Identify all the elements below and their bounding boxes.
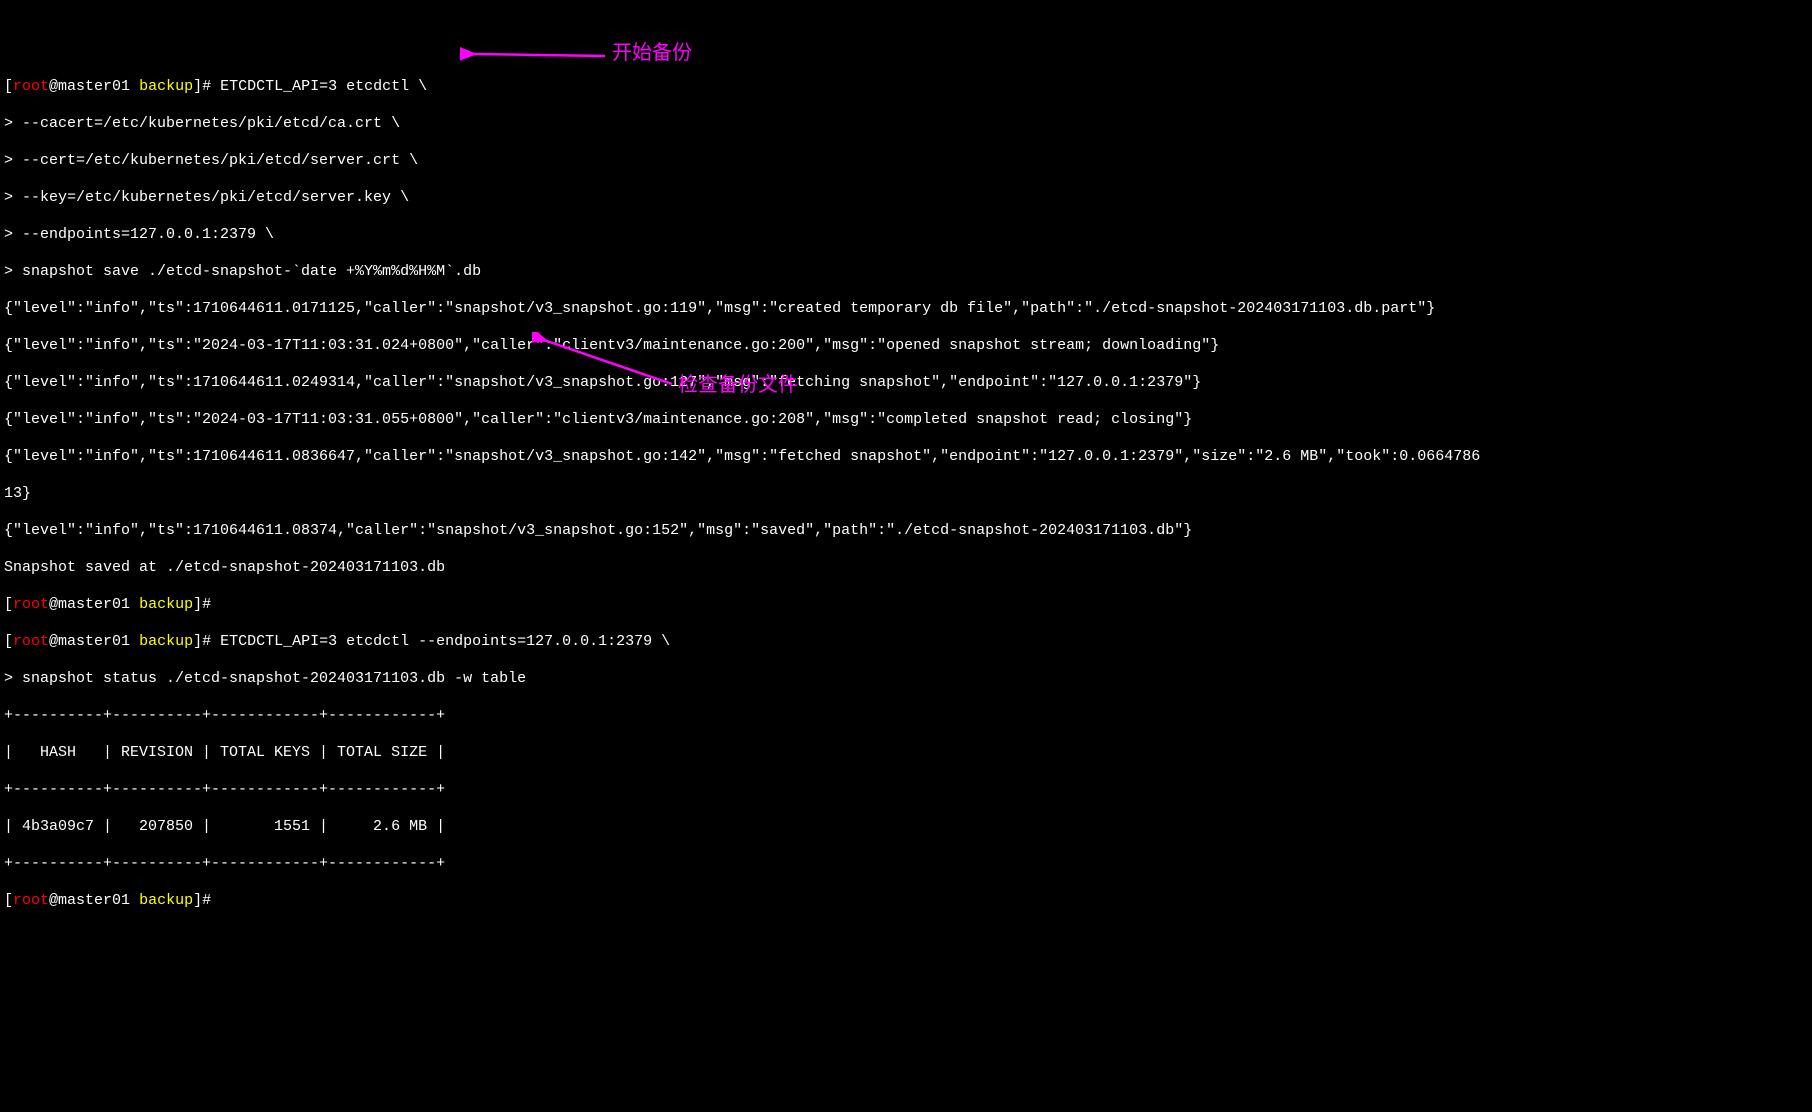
prompt-bracket: ] — [193, 892, 202, 909]
prompt-dir: backup — [130, 633, 193, 650]
annotation-start-backup: 开始备份 — [612, 44, 692, 63]
command-continuation[interactable]: > --cert=/etc/kubernetes/pki/etcd/server… — [4, 152, 418, 169]
table-row: | 4b3a09c7 | 207850 | 1551 | 2.6 MB | — [4, 818, 1808, 837]
terminal-line: > snapshot save ./etcd-snapshot-`date +%… — [4, 263, 1808, 282]
prompt-hash: # — [202, 633, 211, 650]
command-continuation[interactable]: > snapshot save ./etcd-snapshot-`date +%… — [4, 263, 481, 280]
prompt-hash: # — [202, 78, 211, 95]
prompt-host: master01 — [58, 596, 130, 613]
prompt-bracket: ] — [193, 596, 202, 613]
output-line: 13} — [4, 485, 1808, 504]
prompt-bracket: [ — [4, 892, 13, 909]
prompt-host: master01 — [58, 633, 130, 650]
arrow-icon — [460, 42, 610, 66]
terminal-line: > --key=/etc/kubernetes/pki/etcd/server.… — [4, 189, 1808, 208]
terminal-line: [root@master01 backup]# — [4, 892, 1808, 911]
command-text[interactable]: ETCDCTL_API=3 etcdctl \ — [211, 78, 427, 95]
prompt-user: root — [13, 78, 49, 95]
prompt-bracket: ] — [193, 633, 202, 650]
terminal-line: > snapshot status ./etcd-snapshot-202403… — [4, 670, 1808, 689]
prompt-user: root — [13, 633, 49, 650]
prompt-hash: # — [202, 892, 211, 909]
output-line: {"level":"info","ts":1710644611.0249314,… — [4, 374, 1808, 393]
prompt-at: @ — [49, 892, 58, 909]
prompt-user: root — [13, 596, 49, 613]
table-border: +----------+----------+------------+----… — [4, 781, 1808, 800]
output-line: {"level":"info","ts":"2024-03-17T11:03:3… — [4, 411, 1808, 430]
output-line: {"level":"info","ts":1710644611.0836647,… — [4, 448, 1808, 467]
annotation-check-backup: 检查备份文件 — [678, 376, 798, 395]
terminal-line: > --endpoints=127.0.0.1:2379 \ — [4, 226, 1808, 245]
command-continuation[interactable]: > --cacert=/etc/kubernetes/pki/etcd/ca.c… — [4, 115, 400, 132]
terminal-line: [root@master01 backup]# — [4, 596, 1808, 615]
prompt-host: master01 — [58, 892, 130, 909]
prompt-at: @ — [49, 78, 58, 95]
prompt-dir: backup — [130, 78, 193, 95]
prompt-bracket: [ — [4, 596, 13, 613]
terminal-line: > --cert=/etc/kubernetes/pki/etcd/server… — [4, 152, 1808, 171]
output-line: {"level":"info","ts":1710644611.0171125,… — [4, 300, 1808, 319]
prompt-bracket: [ — [4, 78, 13, 95]
table-border: +----------+----------+------------+----… — [4, 707, 1808, 726]
table-header: | HASH | REVISION | TOTAL KEYS | TOTAL S… — [4, 744, 1808, 763]
prompt-at: @ — [49, 633, 58, 650]
command-continuation[interactable]: > --key=/etc/kubernetes/pki/etcd/server.… — [4, 189, 409, 206]
command-text[interactable]: ETCDCTL_API=3 etcdctl --endpoints=127.0.… — [211, 633, 670, 650]
prompt-dir: backup — [130, 892, 193, 909]
prompt-at: @ — [49, 596, 58, 613]
prompt-bracket: ] — [193, 78, 202, 95]
output-line: {"level":"info","ts":"2024-03-17T11:03:3… — [4, 337, 1808, 356]
output-line: Snapshot saved at ./etcd-snapshot-202403… — [4, 559, 1808, 578]
terminal-line: > --cacert=/etc/kubernetes/pki/etcd/ca.c… — [4, 115, 1808, 134]
prompt-host: master01 — [58, 78, 130, 95]
prompt-hash: # — [202, 596, 211, 613]
prompt-user: root — [13, 892, 49, 909]
terminal-line: [root@master01 backup]# ETCDCTL_API=3 et… — [4, 633, 1808, 652]
command-continuation[interactable]: > snapshot status ./etcd-snapshot-202403… — [4, 670, 526, 687]
terminal-line: [root@master01 backup]# ETCDCTL_API=3 et… — [4, 78, 1808, 97]
prompt-bracket: [ — [4, 633, 13, 650]
prompt-dir: backup — [130, 596, 193, 613]
command-continuation[interactable]: > --endpoints=127.0.0.1:2379 \ — [4, 226, 274, 243]
output-line: {"level":"info","ts":1710644611.08374,"c… — [4, 522, 1808, 541]
table-border: +----------+----------+------------+----… — [4, 855, 1808, 874]
